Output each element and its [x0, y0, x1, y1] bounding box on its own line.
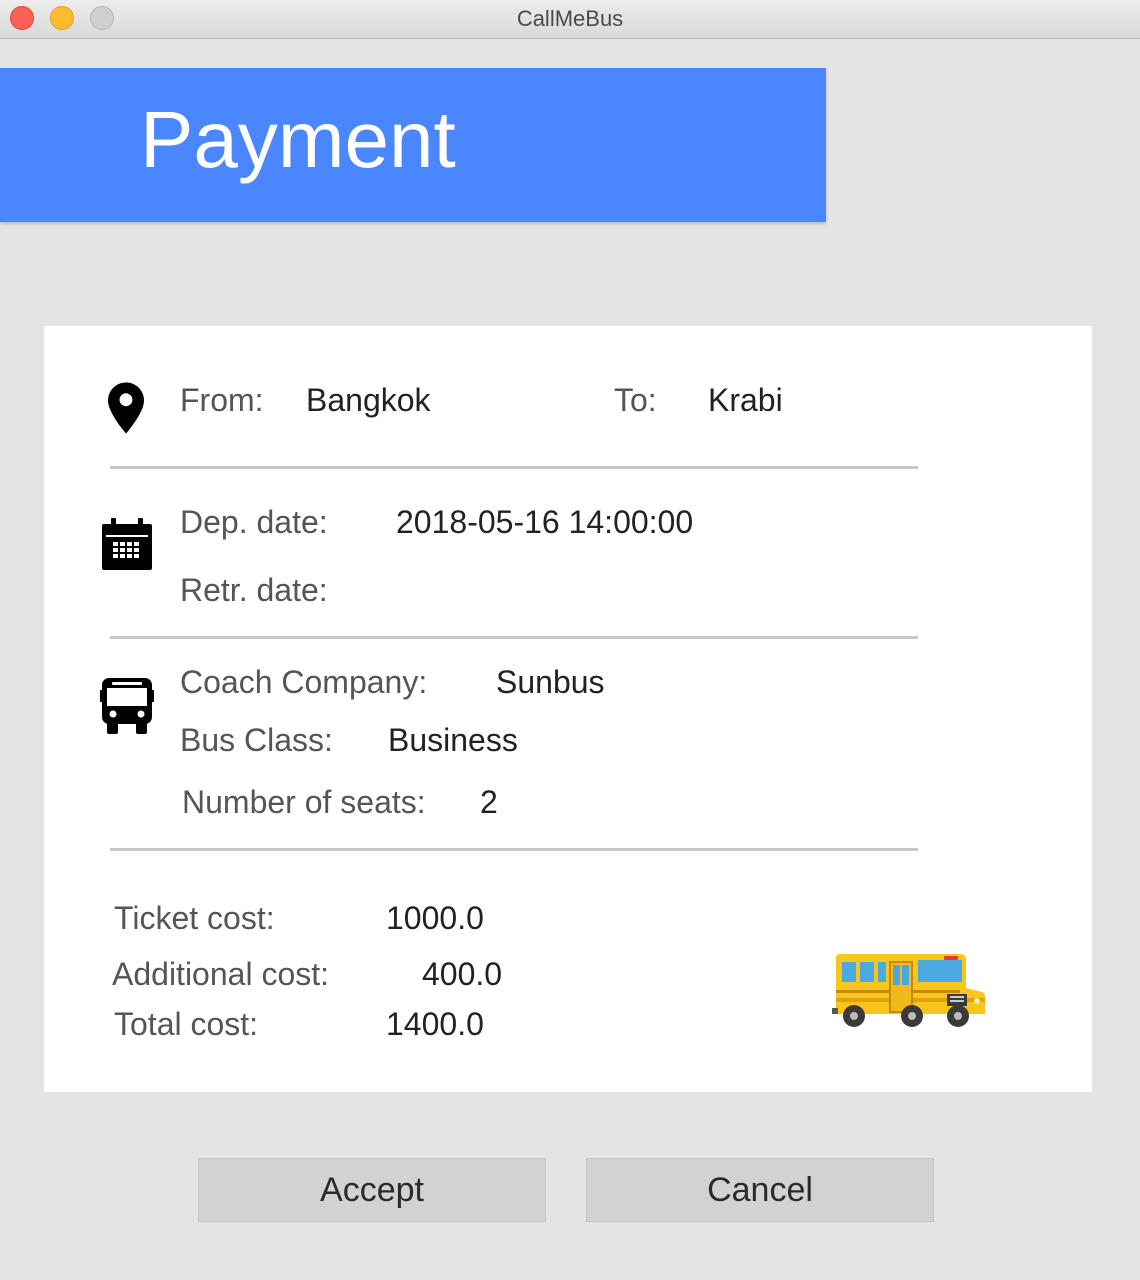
divider	[110, 636, 918, 639]
additional-cost-value: 400.0	[422, 956, 503, 992]
dep-date-label: Dep. date:	[180, 504, 328, 540]
bus-class-label: Bus Class:	[180, 722, 333, 758]
accept-button[interactable]: Accept	[198, 1158, 546, 1222]
map-pin-icon	[108, 382, 144, 434]
seats-value: 2	[480, 784, 498, 820]
cancel-button[interactable]: Cancel	[586, 1158, 934, 1222]
ret-date-label: Retr. date:	[180, 572, 328, 608]
calendar-icon	[102, 518, 152, 570]
ticket-cost-label: Ticket cost:	[114, 900, 275, 936]
payment-summary-card: From: Bangkok To: Krabi Dep. date: 2018-…	[44, 326, 1092, 1092]
ticket-cost-value: 1000.0	[386, 900, 484, 936]
from-value: Bangkok	[306, 382, 431, 418]
additional-cost-label: Additional cost:	[112, 956, 330, 992]
dep-date-value: 2018-05-16 14:00:00	[396, 504, 694, 540]
bus-class-value: Business	[388, 722, 518, 758]
total-cost-value: 1400.0	[386, 1006, 484, 1042]
bus-icon	[100, 678, 154, 734]
coach-company-value: Sunbus	[496, 664, 605, 700]
window-title: CallMeBus	[516, 6, 624, 31]
to-label: To:	[614, 382, 657, 418]
window-titlebar: CallMeBus	[0, 0, 1140, 39]
coach-company-label: Coach Company:	[180, 664, 428, 700]
from-label: From:	[180, 382, 264, 418]
to-value: Krabi	[708, 382, 783, 418]
divider	[110, 466, 918, 469]
school-bus-illustration	[832, 954, 985, 1027]
total-cost-label: Total cost:	[114, 1006, 259, 1042]
divider	[110, 848, 918, 851]
seats-label: Number of seats:	[182, 784, 426, 820]
page-title: Payment	[140, 95, 456, 184]
